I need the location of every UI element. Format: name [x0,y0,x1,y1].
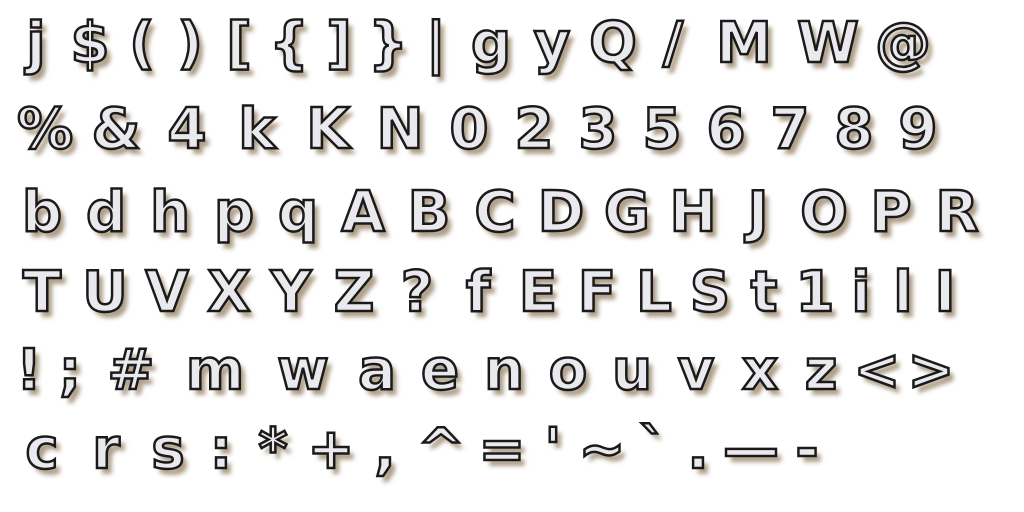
glyph: P [869,180,913,245]
glyph: X [206,260,252,325]
glyph: 0 [448,97,489,162]
glyph: * [257,417,289,482]
glyph: f [465,260,492,325]
glyph: ; [58,338,83,403]
glyph: { [268,11,310,76]
glyph: u [611,338,653,403]
glyph: [ [225,11,253,76]
glyph: W [796,11,860,76]
glyph: ` [638,417,669,482]
glyph: < [852,338,901,403]
glyph: G [603,180,651,245]
glyph: : [209,417,234,482]
glyph: ! [15,338,43,403]
glyph: 2 [513,97,554,162]
glyph: Q [588,11,638,76]
glyph: S [689,260,732,325]
glyph: B [406,180,451,245]
glyph: g [470,11,513,76]
glyph: d [85,180,128,245]
glyph: D [537,180,586,245]
glyph: ( [128,11,156,76]
glyph: A [340,180,386,245]
glyph: % [16,97,75,162]
glyph: c [24,417,60,482]
glyph: j [25,11,47,76]
glyph-atlas: j $ ( ) [ { ] } | g y Q / M W @ % & 4 k … [0,0,1024,512]
glyph: ~ [577,417,626,482]
glyph: q [277,180,320,245]
glyph-row-2: % & 4 k K N 0 2 3 5 6 7 8 9 [10,92,950,168]
glyph: @ [874,11,933,76]
glyph: — [722,417,781,482]
glyph: 7 [769,97,810,162]
glyph: $ [69,11,110,76]
glyph: e [420,338,460,403]
glyph: 8 [833,97,874,162]
glyph: , [373,417,397,482]
glyph: H [668,180,717,245]
glyph: / [662,11,685,76]
glyph: E [518,260,559,325]
glyph: ] [325,11,353,76]
glyph: h [149,180,191,245]
glyph: 3 [577,97,618,162]
glyph: 5 [641,97,682,162]
glyph: ^ [416,417,465,482]
glyph: p [213,180,256,245]
glyph-row-1: j $ ( ) [ { ] } | g y Q / M W @ [10,6,936,82]
glyph: z [803,338,838,403]
glyph: T [22,260,63,325]
glyph: v [676,338,715,403]
glyph: - [794,417,820,482]
glyph: t [749,260,778,325]
glyph: k [237,97,277,162]
glyph: r [91,417,121,482]
glyph: ? [400,260,435,325]
glyph: ) [176,11,204,76]
glyph: 4 [166,97,207,162]
glyph: | [425,11,448,76]
glyph: L [635,260,673,325]
glyph: } [367,11,409,76]
glyph: O [799,180,849,245]
glyph: = [477,417,526,482]
glyph: K [305,97,351,162]
glyph-row-4: T U V X Y Z ? f E F L S t 1 i l I [10,255,966,331]
glyph: ' [543,417,563,482]
glyph: b [21,180,64,245]
glyph: w [276,338,330,403]
glyph: V [144,260,190,325]
glyph: . [686,417,710,482]
glyph: n [483,338,525,403]
glyph: s [150,417,186,482]
glyph: i [850,260,872,325]
glyph: & [90,97,141,162]
glyph: x [741,338,780,403]
glyph: J [746,180,769,245]
glyph: Y [269,260,312,325]
glyph: M [715,11,773,76]
glyph: 9 [897,97,938,162]
glyph: R [934,180,980,245]
glyph: m [185,338,246,403]
glyph: C [473,180,517,245]
glyph: y [532,11,571,76]
glyph: Z [332,260,375,325]
glyph-row-6: c r s : * + , ^ = ' ~ ` . — - [10,412,832,488]
glyph: a [357,338,397,403]
glyph: F [577,260,618,325]
glyph: I [933,260,956,325]
glyph: 6 [705,97,746,162]
glyph: U [81,260,129,325]
glyph: N [375,97,424,162]
glyph-row-3: b d h p q A B C D G H J O P R [10,175,990,251]
glyph: + [306,417,355,482]
glyph-row-5: ! ; # m w a e n o u v x z < > [10,333,958,409]
glyph: 1 [794,260,835,325]
glyph: > [906,338,955,403]
glyph: l [892,260,914,325]
glyph: o [548,338,589,403]
glyph: # [106,338,155,403]
